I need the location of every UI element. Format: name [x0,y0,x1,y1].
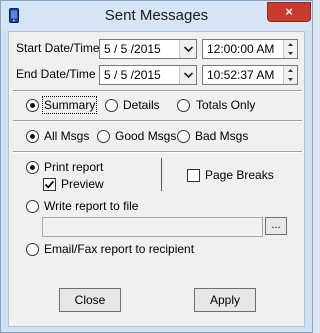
end-time-input[interactable]: 10:52:37 AM [202,65,298,85]
end-time-spinner[interactable] [283,66,297,84]
details-label[interactable]: Details [123,98,160,112]
good-msgs-label[interactable]: Good Msgs [115,129,176,143]
end-date-value: 5 / 5 /2015 [104,68,161,82]
chevron-down-icon[interactable] [179,66,196,84]
good-msgs-radio[interactable] [97,130,110,143]
all-msgs-label[interactable]: All Msgs [44,129,89,143]
title-bar: Sent Messages × [1,1,312,31]
chevron-down-icon[interactable] [179,40,196,58]
totals-only-label[interactable]: Totals Only [196,98,255,112]
write-file-radio[interactable] [26,200,39,213]
totals-only-radio[interactable] [177,99,190,112]
email-fax-label[interactable]: Email/Fax report to recipient [44,242,194,256]
write-file-label[interactable]: Write report to file [44,199,138,213]
checkmark-icon [44,180,55,189]
summary-label[interactable]: Summary [41,96,98,114]
bad-msgs-radio[interactable] [177,130,190,143]
divider [13,90,302,92]
chevron-down-icon[interactable] [284,75,297,84]
dialog-body: Start Date/Time 5 / 5 /2015 12:00:00 AM … [8,31,305,327]
window-title: Sent Messages [104,7,209,24]
apply-button[interactable]: Apply [194,288,256,312]
page-breaks-checkbox[interactable] [187,169,200,182]
close-window-button[interactable]: × [267,2,311,22]
divider [13,151,302,153]
vertical-divider [161,158,162,191]
end-date-picker[interactable]: 5 / 5 /2015 [99,65,197,85]
chevron-down-icon[interactable] [284,49,297,58]
divider [13,120,302,122]
print-report-radio[interactable] [26,161,39,174]
details-radio[interactable] [105,99,118,112]
print-report-label[interactable]: Print report [44,160,103,174]
all-msgs-radio[interactable] [26,130,39,143]
end-time-value: 10:52:37 AM [207,68,275,82]
file-path-input[interactable] [42,217,263,237]
start-date-picker[interactable]: 5 / 5 /2015 [99,39,197,59]
start-time-input[interactable]: 12:00:00 AM [202,39,298,59]
end-date-label: End Date/Time [16,67,96,81]
start-time-value: 12:00:00 AM [207,42,275,56]
bad-msgs-label[interactable]: Bad Msgs [195,129,248,143]
email-fax-radio[interactable] [26,243,39,256]
preview-label[interactable]: Preview [61,177,104,191]
chevron-up-icon[interactable] [284,40,297,49]
page-breaks-label[interactable]: Page Breaks [205,168,274,182]
close-button[interactable]: Close [59,288,121,312]
chevron-up-icon[interactable] [284,66,297,75]
browse-button[interactable]: ... [265,217,287,235]
start-date-label: Start Date/Time [16,41,100,55]
preview-checkbox[interactable] [43,178,56,191]
start-date-value: 5 / 5 /2015 [104,42,161,56]
summary-radio[interactable] [26,99,39,112]
start-time-spinner[interactable] [283,40,297,58]
sent-messages-window: Sent Messages × Start Date/Time 5 / 5 /2… [0,0,313,333]
